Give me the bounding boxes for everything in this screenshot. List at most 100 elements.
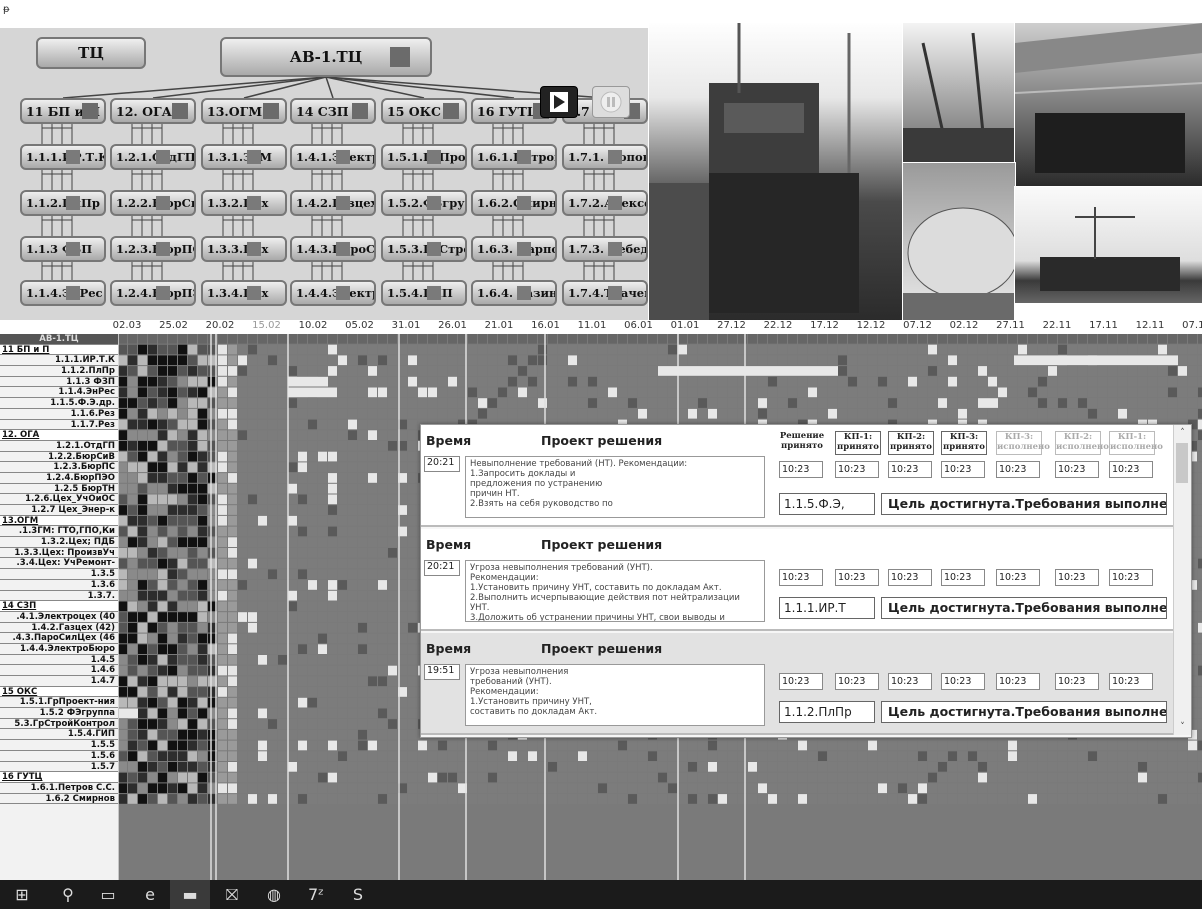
node-leaf[interactable]: 1.3.3.Цех (201, 236, 287, 262)
node-leaf[interactable]: 1.4.3.ПароСилЦех (290, 236, 376, 262)
grid-cell (248, 612, 257, 622)
row-label[interactable]: 1.4.6 (0, 665, 118, 676)
row-label[interactable]: 1.5.1.ГрПроект-ния (0, 697, 118, 709)
row-label[interactable]: 1.6.1.Петров С.С. (0, 783, 118, 794)
row-label[interactable]: 1.4.7 (0, 676, 118, 687)
row-label[interactable]: 1.1.2.ПлПр (0, 366, 118, 377)
node-leaf[interactable]: 1.3.2.Цех (201, 190, 287, 216)
row-label[interactable]: 1.5.6 (0, 751, 118, 762)
grid-cell (288, 687, 297, 697)
row-group-label[interactable]: 11 БП и П (0, 344, 118, 356)
row-label[interactable]: 1.1.6.Рез (0, 409, 118, 420)
row-label[interactable]: 1.3.7. (0, 591, 118, 602)
node-head-3[interactable]: 14 СЗП (290, 98, 376, 124)
grid-cell (338, 687, 347, 697)
node-leaf[interactable]: 1.7.3. Лебедев (562, 236, 648, 262)
node-leaf[interactable]: 1.2.4.БюрПЭО (110, 280, 196, 306)
row-group-label[interactable]: 16 ГУТЦ (0, 772, 118, 783)
row-label[interactable]: 1.3.2.Цех; ПДБ (0, 537, 118, 548)
row-label[interactable]: 1.2.5 БюрТН (0, 484, 118, 495)
row-label[interactable]: 1.2.7 Цех_Энер-к (0, 505, 118, 516)
grid-cell (128, 398, 137, 408)
row-label[interactable]: 1.2.2.БюрСиВ (0, 452, 118, 463)
row-label[interactable]: 1.4.5 (0, 655, 118, 666)
node-leaf[interactable]: 1.6.3. Карпов (471, 236, 557, 262)
row-label[interactable]: 1.5.5 (0, 740, 118, 751)
node-leaf[interactable]: 1.6.4. Разин (471, 280, 557, 306)
row-label[interactable]: 5.3.ГрСтройКонтрол (0, 719, 118, 730)
node-leaf[interactable]: 1.1.1.ИР.Т.К (20, 144, 106, 170)
row-label[interactable]: .3.4.Цех: УчРемонт- (0, 558, 118, 570)
row-label[interactable]: 1.2.1.ОтдГП (0, 441, 118, 452)
row-label[interactable]: АВ-1.ТЦ (0, 334, 118, 345)
row-label[interactable]: 1.2.4.БюрПЭО (0, 473, 118, 484)
node-head-4[interactable]: 15 ОКС (381, 98, 467, 124)
node-leaf[interactable]: 1.5.3.ГрСтройКонтр (381, 236, 467, 262)
grid-cell (638, 387, 647, 398)
grid-cell (238, 515, 247, 526)
row-label[interactable]: 1.1.7.Рез (0, 420, 118, 431)
pause-button[interactable] (592, 86, 630, 118)
row-label[interactable]: 1.2.6.Цех_УчОиОС (0, 494, 118, 505)
node-leaf[interactable]: 1.4.2.Газцех (290, 190, 376, 216)
row-label[interactable]: 1.1.4.ЭнРес (0, 387, 118, 399)
row-label[interactable]: 1.2.3.БюрПС (0, 462, 118, 473)
node-head-1[interactable]: 12. ОГА (110, 98, 196, 124)
grid-cell (838, 762, 847, 772)
row-label[interactable]: .1.3ГМ: ГТО,ГПО,Ки (0, 526, 118, 538)
row-label[interactable]: 1.5.7 (0, 762, 118, 773)
grid-cell (168, 708, 177, 719)
row-group-label[interactable]: 15 ОКС (0, 686, 118, 698)
play-button[interactable] (540, 86, 578, 118)
row-label[interactable]: .4.3.ПароСилЦех (46 (0, 633, 118, 644)
grid-cell (368, 601, 377, 612)
row-label[interactable]: 1.5.4.ГИП (0, 729, 118, 741)
node-leaf[interactable]: 1.7.2.Алексеев (562, 190, 648, 216)
row-label[interactable]: 1.1.1.ИР.Т.К (0, 355, 118, 367)
node-root[interactable]: АВ-1.ТЦ (220, 37, 432, 77)
row-label[interactable]: 1.4.2.Газцех (42) (0, 623, 118, 634)
node-head-2[interactable]: 13.ОГМ (201, 98, 287, 124)
node-leaf[interactable]: 1.6.1.Петров (471, 144, 557, 170)
grid-cell (318, 569, 327, 580)
row-label[interactable]: 1.6.2 Смирнов (0, 794, 118, 805)
row-group-label[interactable]: 13.ОГМ (0, 515, 118, 527)
grid-cell (548, 376, 557, 387)
grid-cell (298, 334, 307, 344)
row-group-label[interactable]: 14 СЗП (0, 601, 118, 612)
row-label[interactable]: 1.1.5.Ф.Э.др. (0, 398, 118, 409)
row-label[interactable]: 1.5.2 ФЭгруппа (0, 708, 118, 719)
grid-cell (1088, 387, 1097, 398)
node-leaf[interactable]: 1.1.4.ЭнРес (20, 280, 106, 306)
node-leaf[interactable]: 1.4.4.ЭлектроБюро (290, 280, 376, 306)
grid-cell (358, 548, 367, 558)
row-label[interactable]: .4.1.Электроцех (40 (0, 612, 118, 623)
node-leaf[interactable]: 1.2.1.ОтдГП (110, 144, 196, 170)
node-leaf[interactable]: 1.1.3 ФЗП (20, 236, 106, 262)
grid-cell (178, 430, 187, 440)
row-label[interactable]: 1.4.4.ЭлектроБюро (0, 644, 118, 655)
node-leaf[interactable]: 1.2.3.БюрПС (110, 236, 196, 262)
node-head-0[interactable]: 11 БП и П (20, 98, 106, 124)
node-leaf[interactable]: 1.5.1.ГрПроект (381, 144, 467, 170)
node-leaf[interactable]: 1.3.1.ЗГМ (201, 144, 287, 170)
grid-cell (248, 473, 257, 483)
node-leaf[interactable]: 1.7.4.Ткачев (562, 280, 648, 306)
node-tc[interactable]: ТЦ (36, 37, 146, 69)
grid-cell (198, 762, 207, 772)
row-group-label[interactable]: 12. ОГА (0, 430, 118, 441)
row-label[interactable]: 1.3.3.Цех: ПроизвУч (0, 548, 118, 559)
row-label[interactable]: 1.3.6 (0, 580, 118, 591)
node-leaf[interactable]: 1.2.2.БюрСиВ (110, 190, 196, 216)
node-leaf[interactable]: 1.5.4.ГИП (381, 280, 467, 306)
node-leaf[interactable]: 1.4.1.Электроцех (290, 144, 376, 170)
node-leaf[interactable]: 1.1.2.ПлПр (20, 190, 106, 216)
node-leaf[interactable]: 1.7.1. Попов (562, 144, 648, 170)
node-leaf[interactable]: 1.3.4.Цех (201, 280, 287, 306)
row-label[interactable]: 1.1.3 ФЗП (0, 377, 118, 388)
grid-cell (338, 419, 347, 430)
grid-cell (628, 408, 637, 419)
row-label[interactable]: 1.3.5 (0, 569, 118, 580)
node-leaf[interactable]: 1.5.2.ФЗгруппа (381, 190, 467, 216)
node-leaf[interactable]: 1.6.2.Смирнов (471, 190, 557, 216)
